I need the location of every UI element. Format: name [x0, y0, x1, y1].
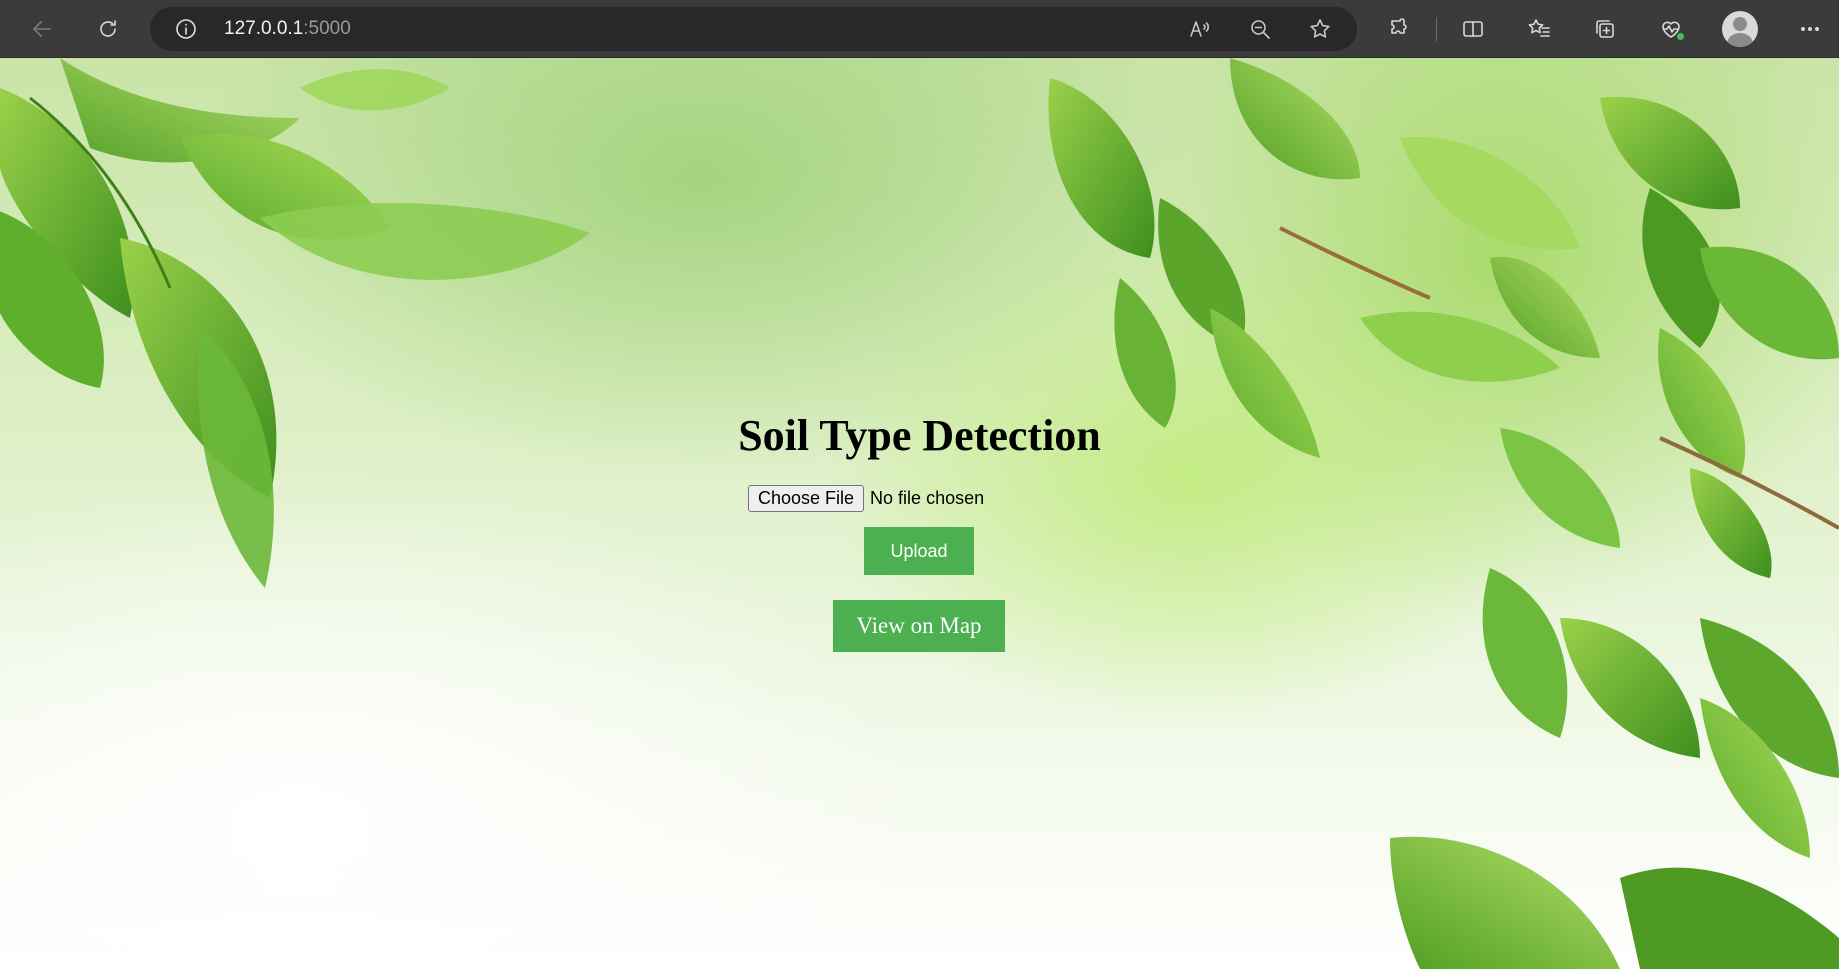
status-dot [1676, 32, 1685, 41]
site-info-icon[interactable] [174, 17, 198, 41]
toolbar-separator [1436, 17, 1437, 41]
profile-avatar[interactable] [1722, 11, 1758, 47]
upload-button[interactable]: Upload [864, 527, 974, 575]
split-screen-icon [1463, 21, 1483, 37]
extensions-button[interactable] [1380, 9, 1420, 49]
url-text: 127.0.0.1:5000 [224, 18, 351, 40]
read-aloud-button[interactable] [1186, 15, 1214, 43]
view-on-map-button[interactable]: View on Map [833, 600, 1005, 652]
main-content: Soil Type Detection Choose File No file … [0, 58, 1839, 969]
avatar-head [1733, 17, 1747, 31]
zoom-out-button[interactable] [1246, 15, 1274, 43]
page-title: Soil Type Detection [738, 411, 1101, 460]
extensions-icon [1391, 18, 1407, 34]
browser-essentials-button[interactable] [1651, 9, 1691, 49]
avatar-body [1727, 33, 1753, 47]
refresh-button[interactable] [88, 9, 128, 49]
collections-button[interactable] [1585, 9, 1625, 49]
read-aloud-icon [1190, 21, 1210, 37]
browser-toolbar: 127.0.0.1:5000 [0, 0, 1839, 58]
choose-file-button[interactable]: Choose File [748, 484, 865, 512]
url-host: 127.0.0.1 [224, 18, 304, 39]
zoom-out-icon [1251, 20, 1270, 39]
favorites-icon [1528, 19, 1550, 37]
file-status-text: No file chosen [870, 487, 985, 508]
page-viewport: Soil Type Detection Choose File No file … [0, 58, 1839, 969]
split-screen-button[interactable] [1453, 9, 1493, 49]
favorites-button[interactable] [1519, 9, 1559, 49]
more-menu-icon [1800, 27, 1819, 32]
refresh-icon [100, 20, 116, 37]
address-bar[interactable]: 127.0.0.1:5000 [150, 7, 1357, 51]
url-port: :5000 [303, 18, 351, 39]
collections-icon [1596, 20, 1614, 38]
file-input[interactable]: Choose File No file chosen [748, 484, 984, 512]
favorite-star-icon [1310, 19, 1330, 38]
favorite-button[interactable] [1306, 15, 1334, 43]
back-button[interactable] [22, 9, 62, 49]
more-menu-button[interactable] [1790, 9, 1830, 49]
back-arrow-icon [33, 21, 51, 37]
